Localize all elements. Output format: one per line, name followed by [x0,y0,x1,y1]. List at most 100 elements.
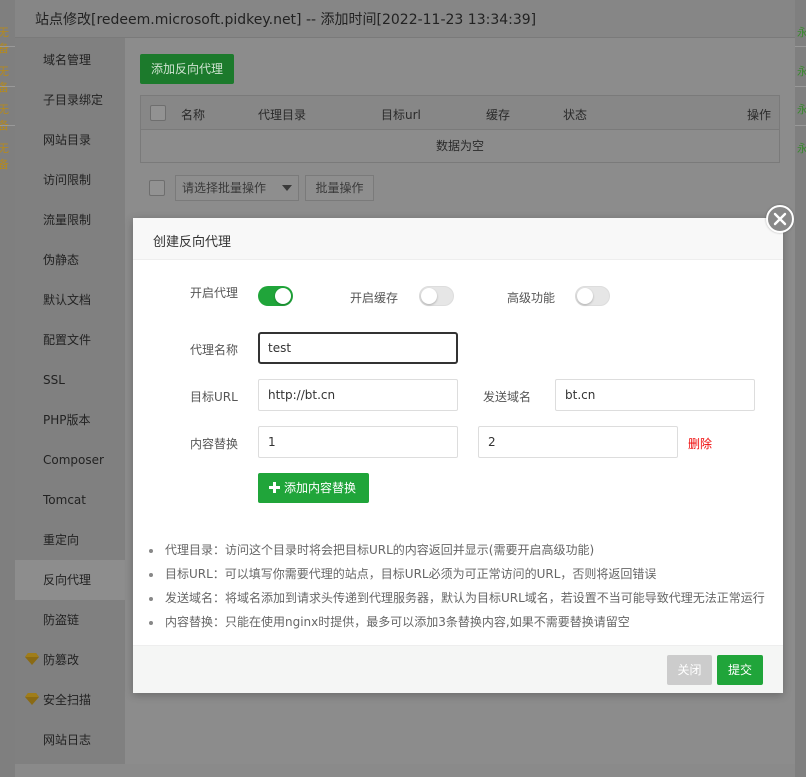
sidebar-item-label: 反向代理 [43,573,92,587]
sidebar-item-subdir-binding[interactable]: 子目录绑定 [15,80,125,120]
background-fragment: 无备 [0,65,9,94]
background-fragment: 无备 [0,26,9,55]
close-icon[interactable] [766,205,794,233]
background-page-right: 永 永 永 永 [795,0,806,777]
sidebar-item-rewrite[interactable]: 伪静态 [15,240,125,280]
advanced-features-toggle[interactable] [575,286,610,306]
sidebar-item-site-log[interactable]: 网站日志 [15,720,125,760]
background-page-left: 无备 无备 无备 无备 [0,0,15,777]
sidebar-item-traffic-limit[interactable]: 流量限制 [15,200,125,240]
chevron-down-icon [282,185,292,191]
sidebar-item-config-file[interactable]: 配置文件 [15,320,125,360]
sidebar-item-label: 网站日志 [43,733,92,747]
sidebar-item-label: 域名管理 [43,53,92,67]
close-button[interactable]: 关闭 [667,655,712,685]
sidebar-item-ssl[interactable]: SSL [15,360,125,400]
batch-select-placeholder: 请选择批量操作 [182,181,267,195]
select-all-checkbox[interactable] [150,105,166,121]
sidebar-item-label: 访问限制 [43,173,92,187]
enable-proxy-toggle[interactable] [258,286,293,306]
batch-operation-select[interactable]: 请选择批量操作 [175,175,299,201]
background-divider [795,86,806,87]
sidebar-item-label: 伪静态 [43,253,80,267]
sidebar-item-security-scan[interactable]: 安全扫描 [15,680,125,720]
submit-button[interactable]: 提交 [717,655,763,685]
batch-operation-button[interactable]: 批量操作 [305,175,374,201]
sidebar-item-access-limit[interactable]: 访问限制 [15,160,125,200]
column-header-name: 名称 [181,108,206,122]
sidebar-item-label: 配置文件 [43,333,92,347]
sidebar-item-tomcat[interactable]: Tomcat [15,480,125,520]
replace-to-input[interactable]: 2 [478,426,678,458]
background-divider [0,125,15,126]
advanced-features-label: 高级功能 [507,291,556,305]
plus-icon [269,482,280,493]
tip-item: 发送域名：将域名添加到请求头传递到代理服务器，默认为目标URL域名，若设置不当可… [147,589,777,613]
enable-cache-label: 开启缓存 [350,291,399,305]
background-divider [795,125,806,126]
enable-cache-toggle[interactable] [419,286,454,306]
sidebar-item-label: SSL [43,373,65,387]
sidebar-item-label: Tomcat [43,493,86,507]
table-header: 名称 代理目录 目标url 缓存 状态 操作 [141,96,779,130]
send-domain-input[interactable]: bt.cn [555,379,755,411]
sidebar-item-label: 流量限制 [43,213,92,227]
diamond-icon [25,693,39,705]
content-replace-label: 内容替换 [190,437,239,451]
toggle-knob [577,288,593,304]
proxy-table: 名称 代理目录 目标url 缓存 状态 操作 数据为空 [140,95,780,163]
replace-from-input[interactable]: 1 [258,426,458,458]
sidebar-item-tamper-proof[interactable]: 防篡改 [15,640,125,680]
sidebar-item-label: 重定向 [43,533,80,547]
sidebar-item-label: 防盗链 [43,613,80,627]
window-title: 站点修改[redeem.microsoft.pidkey.net] -- 添加时… [35,12,537,28]
dialog-footer: 关闭 提交 [133,645,783,693]
sidebar-item-label: 子目录绑定 [43,93,104,107]
batch-select-checkbox[interactable] [149,180,165,196]
column-header-cache: 缓存 [486,108,511,122]
proxy-name-input[interactable]: test [258,332,458,364]
sidebar: 域名管理 子目录绑定 网站目录 访问限制 流量限制 伪静态 默认文档 配置文件 … [15,38,125,764]
sidebar-item-reverse-proxy[interactable]: 反向代理 [15,560,125,600]
sidebar-item-label: 网站目录 [43,133,92,147]
column-header-target-url: 目标url [381,108,421,122]
target-url-label: 目标URL [190,390,238,404]
target-url-input[interactable]: http://bt.cn [258,379,458,411]
window-titlebar: 站点修改[redeem.microsoft.pidkey.net] -- 添加时… [15,0,795,38]
sidebar-item-domain[interactable]: 域名管理 [15,40,125,80]
enable-proxy-label: 开启代理 [190,286,239,300]
delete-replace-link[interactable]: 删除 [688,435,712,452]
background-divider [0,46,15,47]
dialog-header: 创建反向代理 [133,218,783,260]
tip-item: 目标URL：可以填写你需要代理的站点，目标URL必须为可正常访问的URL，否则将… [147,565,777,589]
help-tips: 代理目录：访问这个目录时将会把目标URL的内容返回并显示(需要开启高级功能) 目… [147,541,777,637]
toggle-knob [421,288,437,304]
add-content-replace-button[interactable]: 添加内容替换 [258,473,369,503]
diamond-icon [25,653,39,665]
sidebar-item-site-directory[interactable]: 网站目录 [15,120,125,160]
sidebar-item-composer[interactable]: Composer [15,440,125,480]
add-content-replace-label: 添加内容替换 [284,481,357,495]
tip-item: 内容替换：只能在使用nginx时提供，最多可以添加3条替换内容,如果不需要替换请… [147,613,777,637]
sidebar-item-hotlink-protection[interactable]: 防盗链 [15,600,125,640]
background-fragment: 无备 [0,142,9,171]
column-header-actions: 操作 [747,108,772,122]
background-divider [795,46,806,47]
sidebar-item-label: 安全扫描 [43,693,92,707]
create-reverse-proxy-dialog: 创建反向代理 开启代理 开启缓存 高级功能 代理名称 test 目标URL ht… [133,218,783,693]
sidebar-item-redirect[interactable]: 重定向 [15,520,125,560]
background-fragment: 无备 [0,103,9,132]
send-domain-label: 发送域名 [483,390,532,404]
sidebar-item-php-version[interactable]: PHP版本 [15,400,125,440]
table-empty-text: 数据为空 [435,139,484,153]
sidebar-item-default-document[interactable]: 默认文档 [15,280,125,320]
proxy-name-label: 代理名称 [190,343,239,357]
background-fragment: 永 [797,142,806,155]
toggle-knob [275,288,291,304]
background-divider [0,86,15,87]
background-fragment: 永 [797,26,806,39]
background-fragment: 永 [797,103,806,116]
sidebar-item-label: PHP版本 [43,413,91,427]
add-reverse-proxy-button[interactable]: 添加反向代理 [140,54,234,84]
sidebar-item-label: 防篡改 [43,653,80,667]
